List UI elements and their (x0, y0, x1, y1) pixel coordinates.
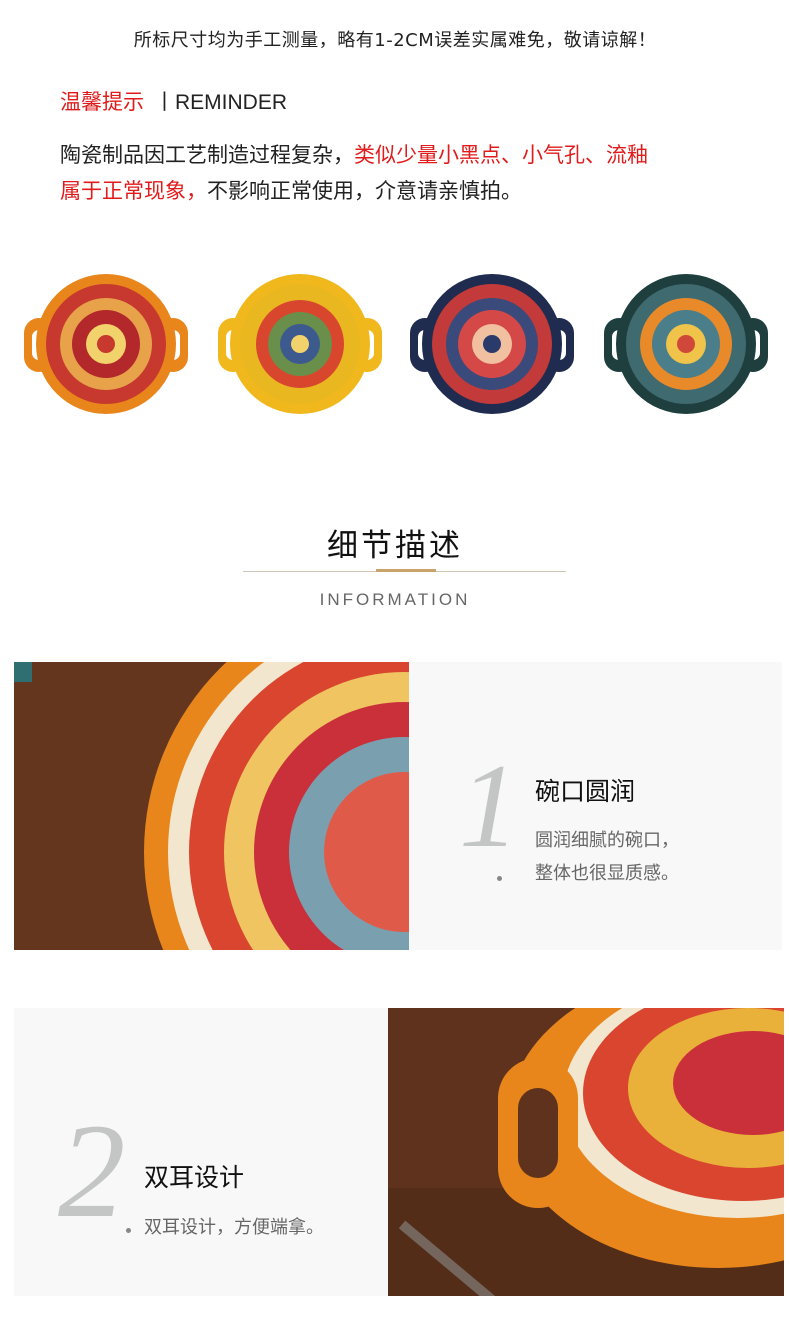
bowl-image-orange (22, 270, 190, 418)
reminder-heading: 温馨提示 丨REMINDER (60, 86, 287, 116)
detail-1-title: 碗口圆润 (535, 777, 636, 806)
reminder-line2-black: 不影响正常使用，介意请亲慎拍。 (207, 179, 522, 203)
measure-note: 所标尺寸均为手工测量，略有1-2CM误差实属难免，敬请谅解！ (133, 30, 657, 51)
detail-2-desc-line-1: 双耳设计，方便端拿。 (144, 1217, 324, 1238)
detail-1-desc-line-2: 整体也很显质感。 (535, 863, 679, 884)
reminder-line-2: 属于正常现象，不影响正常使用，介意请亲慎拍。 (60, 173, 760, 209)
detail-2-dot (126, 1228, 131, 1233)
reminder-line1-black: 陶瓷制品因工艺制造过程复杂， (60, 143, 354, 167)
section-divider-accent (376, 569, 436, 572)
detail-1-number: 1 (459, 739, 519, 872)
detail-1-desc-line-1: 圆润细腻的碗口， (535, 830, 679, 851)
reminder-body: 陶瓷制品因工艺制造过程复杂，类似少量小黑点、小气孔、流釉 属于正常现象，不影响正… (60, 137, 760, 209)
detail-2-title: 双耳设计 (144, 1163, 245, 1192)
bowl-image-navy (408, 270, 576, 418)
reminder-line-1: 陶瓷制品因工艺制造过程复杂，类似少量小黑点、小气孔、流釉 (60, 137, 760, 173)
section-subtitle: INFORMATION (319, 590, 471, 609)
detail-2-photo (388, 1008, 784, 1296)
reminder-title: 温馨提示 (60, 90, 144, 114)
detail-1-text-panel: 1 碗口圆润 圆润细腻的碗口， 整体也很显质感。 (409, 662, 782, 950)
detail-1-dot (497, 876, 502, 881)
bowl-image-yellow (216, 270, 384, 418)
reminder-line2-red: 属于正常现象， (60, 179, 207, 203)
detail-1-photo (14, 662, 409, 950)
reminder-line1-red: 类似少量小黑点、小气孔、流釉 (354, 143, 648, 167)
section-title: 细节描述 (327, 528, 463, 564)
reminder-title-en: REMINDER (175, 91, 288, 114)
reminder-separator: 丨 (154, 90, 175, 114)
detail-2-text-panel: 2 双耳设计 双耳设计，方便端拿。 (14, 1008, 388, 1296)
bowl-image-teal (602, 270, 770, 418)
detail-2-number: 2 (58, 1097, 126, 1246)
